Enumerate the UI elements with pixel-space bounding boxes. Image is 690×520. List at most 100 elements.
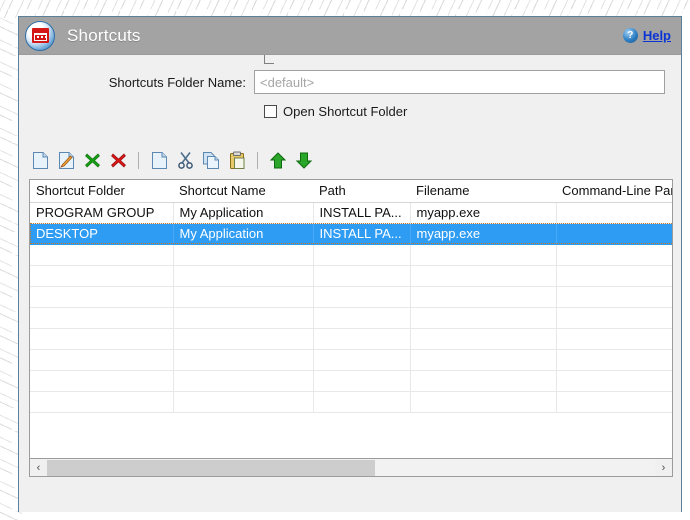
table-cell-empty[interactable] (556, 391, 672, 413)
new-shortcut-button[interactable] (29, 149, 51, 171)
table-row-empty[interactable] (30, 391, 672, 413)
table-cell-empty[interactable] (30, 307, 174, 329)
table-cell-empty[interactable] (173, 307, 314, 329)
table-cell-empty[interactable] (30, 328, 174, 350)
table-cell-empty[interactable] (313, 391, 411, 413)
help-question-icon[interactable]: ? (622, 28, 638, 43)
table-cell-1[interactable]: My Application (173, 223, 314, 245)
table-cell-empty[interactable] (410, 328, 557, 350)
table-cell-empty[interactable] (410, 370, 557, 392)
table-cell-empty[interactable] (410, 307, 557, 329)
move-down-button[interactable] (293, 149, 315, 171)
table-cell-empty[interactable] (173, 370, 314, 392)
help-link[interactable]: Help (643, 28, 671, 43)
page-title: Shortcuts (67, 25, 141, 45)
table-cell-empty[interactable] (30, 370, 174, 392)
new-document-icon (32, 151, 48, 169)
green-down-arrow-icon (296, 152, 312, 169)
shortcuts-window: Shortcuts ? Help Shortcuts Folder Name: … (18, 16, 682, 512)
table-cell-empty[interactable] (313, 286, 411, 308)
table-cell-empty[interactable] (313, 307, 411, 329)
table-row-empty[interactable] (30, 307, 672, 329)
window-body: Shortcuts Folder Name: <default> Open Sh… (19, 55, 681, 512)
table-row[interactable]: PROGRAM GROUP My Application INSTALL PA...… (30, 202, 672, 224)
scrollbar-track[interactable] (47, 459, 655, 476)
scrollbar-thumb[interactable] (47, 459, 376, 476)
table-cell-0[interactable]: DESKTOP (30, 223, 174, 245)
table-cell-empty[interactable] (410, 286, 557, 308)
column-header-2[interactable]: Path (313, 180, 410, 203)
edit-shortcut-button[interactable] (55, 149, 77, 171)
table-row-empty[interactable] (30, 265, 672, 287)
table-cell-empty[interactable] (556, 307, 672, 329)
table-cell-empty[interactable] (173, 328, 314, 350)
toolbar-separator-2 (257, 151, 258, 169)
shortcuts-grid[interactable]: Shortcut Folder Shortcut Name Path Filename… (29, 179, 673, 459)
delete-all-shortcuts-button[interactable] (107, 149, 129, 171)
scroll-left-arrow-icon[interactable]: ‹ (30, 460, 47, 476)
shortcuts-grid-icon-glyph (31, 28, 49, 43)
table-cell-empty[interactable] (410, 244, 557, 266)
column-header-4[interactable]: Command-Line Par (556, 180, 672, 203)
open-shortcut-folder-row[interactable]: Open Shortcut Folder (264, 104, 407, 119)
table-cell-empty[interactable] (30, 286, 174, 308)
table-cell-empty[interactable] (556, 370, 672, 392)
table-cell-0[interactable]: PROGRAM GROUP (30, 202, 174, 224)
table-cell-4[interactable] (556, 223, 672, 245)
table-row-empty[interactable] (30, 328, 672, 350)
delete-shortcut-button[interactable] (81, 149, 103, 171)
open-shortcut-folder-checkbox[interactable] (264, 105, 277, 118)
table-cell-empty[interactable] (556, 349, 672, 371)
table-cell-empty[interactable] (30, 391, 174, 413)
table-cell-empty[interactable] (410, 265, 557, 287)
table-cell-empty[interactable] (30, 349, 174, 371)
table-body: PROGRAM GROUP My Application INSTALL PA...… (30, 202, 672, 413)
table-cell-3[interactable]: myapp.exe (410, 202, 557, 224)
table-row-empty[interactable] (30, 244, 672, 266)
duplicate-button[interactable] (148, 149, 170, 171)
table-cell-empty[interactable] (410, 391, 557, 413)
table-cell-empty[interactable] (30, 265, 174, 287)
table-cell-4[interactable] (556, 202, 672, 224)
table-cell-3[interactable]: myapp.exe (410, 223, 557, 245)
table-cell-empty[interactable] (173, 391, 314, 413)
open-shortcut-folder-label: Open Shortcut Folder (283, 104, 408, 119)
copy-icon (203, 151, 219, 169)
table-cell-empty[interactable] (313, 370, 411, 392)
duplicate-document-icon (151, 151, 167, 169)
column-header-3[interactable]: Filename (410, 180, 556, 203)
grid-horizontal-scrollbar[interactable]: ‹ › (29, 459, 673, 477)
move-up-button[interactable] (267, 149, 289, 171)
table-cell-1[interactable]: My Application (173, 202, 314, 224)
table-cell-empty[interactable] (556, 244, 672, 266)
cut-button[interactable] (174, 149, 196, 171)
table-cell-empty[interactable] (410, 349, 557, 371)
table-cell-empty[interactable] (173, 244, 314, 266)
table-cell-empty[interactable] (173, 265, 314, 287)
shortcuts-folder-name-input[interactable]: <default> (254, 70, 665, 94)
table-row-empty[interactable] (30, 370, 672, 392)
table-cell-empty[interactable] (556, 286, 672, 308)
table-cell-empty[interactable] (173, 349, 314, 371)
table-cell-empty[interactable] (556, 328, 672, 350)
copy-button[interactable] (200, 149, 222, 171)
table-cell-2[interactable]: INSTALL PA... (313, 223, 411, 245)
page-root: Shortcuts ? Help Shortcuts Folder Name: … (0, 0, 690, 520)
paste-button[interactable] (226, 149, 248, 171)
column-header-0[interactable]: Shortcut Folder (30, 180, 173, 203)
table-row-empty[interactable] (30, 286, 672, 308)
shortcuts-folder-name-row: Shortcuts Folder Name: <default> (19, 70, 681, 94)
table-cell-empty[interactable] (30, 244, 174, 266)
table-cell-2[interactable]: INSTALL PA... (313, 202, 411, 224)
scroll-right-arrow-icon[interactable]: › (655, 460, 672, 476)
table-cell-empty[interactable] (313, 349, 411, 371)
table-cell-empty[interactable] (313, 328, 411, 350)
table-cell-empty[interactable] (173, 286, 314, 308)
table-row[interactable]: DESKTOP My Application INSTALL PA... myapp.… (30, 223, 672, 245)
table-row-empty[interactable] (30, 349, 672, 371)
table-cell-empty[interactable] (313, 265, 411, 287)
table-cell-empty[interactable] (313, 244, 411, 266)
table-cell-empty[interactable] (556, 265, 672, 287)
column-header-1[interactable]: Shortcut Name (173, 180, 313, 203)
red-x-icon (110, 153, 126, 167)
